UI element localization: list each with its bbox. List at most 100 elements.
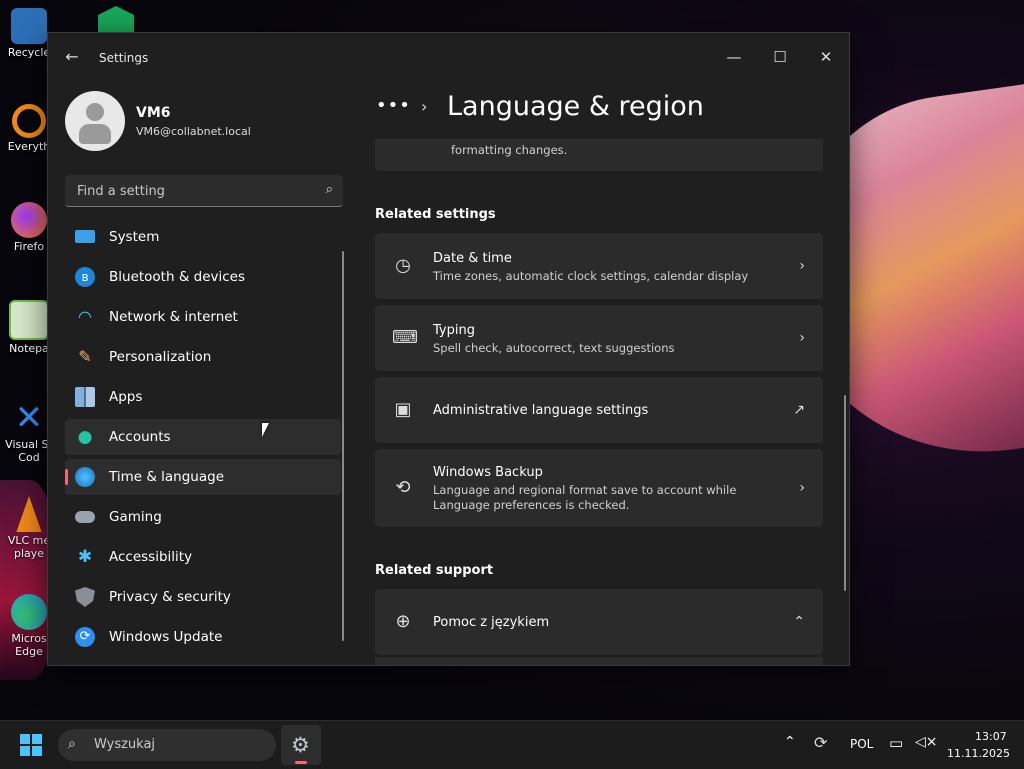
sidebar-item-bluetooth[interactable]: ʙ Bluetooth & devices <box>65 259 341 295</box>
active-indicator <box>295 761 307 764</box>
breadcrumb-overflow[interactable]: ••• <box>376 95 411 116</box>
related-item-desc: Language and regional format save to acc… <box>433 483 737 512</box>
minimize-button[interactable]: — <box>711 41 757 73</box>
support-item-expanded-area <box>375 657 823 665</box>
content-scrollbar[interactable] <box>844 395 846 591</box>
windows-logo-pane <box>32 746 42 756</box>
vlc-cone-icon <box>16 496 42 532</box>
sidebar-item-system[interactable]: System <box>65 219 341 255</box>
close-button[interactable]: ✕ <box>803 41 849 73</box>
desktop-icon-label: Notepa <box>9 342 49 355</box>
windows-logo-pane <box>32 734 42 744</box>
chevron-right-icon: › <box>799 480 805 496</box>
clock-time[interactable]: 13:07 <box>975 730 1007 743</box>
desktop-icon-label: Recycle <box>7 46 51 59</box>
wifi-icon: ◠ <box>78 307 92 326</box>
apps-icon <box>75 387 95 407</box>
sidebar-item-personalization[interactable]: ✎ Personalization <box>65 339 341 375</box>
sidebar-item-label: Network & internet <box>109 309 238 325</box>
network-icon[interactable]: ▭ <box>889 734 903 752</box>
sidebar-scrollbar[interactable] <box>342 251 344 641</box>
bluetooth-icon: ʙ <box>75 267 95 287</box>
sidebar-item-label: Privacy & security <box>109 589 231 605</box>
avatar-head <box>86 103 104 121</box>
taskbar-search-placeholder: Wyszukaj <box>94 737 156 752</box>
taskbar-search[interactable]: ⌕ Wyszukaj <box>58 729 276 761</box>
desktop-icon-label: VLC me playe <box>7 534 51 560</box>
back-button[interactable]: ← <box>60 47 84 67</box>
sidebar-item-accounts[interactable]: ● Accounts <box>65 419 341 455</box>
desktop-icon-label: Firefo <box>13 240 45 253</box>
backup-icon: ⟲ <box>395 477 411 498</box>
page-title: Language & region <box>447 91 704 122</box>
title-bar[interactable]: ← Settings — ☐ ✕ <box>48 33 849 81</box>
notepad-icon <box>9 300 49 340</box>
sidebar-item-label: Time & language <box>109 469 225 485</box>
settings-window: ← Settings — ☐ ✕ VM6 VM6@collabnet.local… <box>47 32 850 666</box>
taskbar-settings-app[interactable]: ⚙ <box>281 725 321 765</box>
support-item-title: Pomoc z językiem <box>433 615 550 630</box>
desktop-icon-label: Micros Edge <box>11 632 47 658</box>
sidebar-item-accessibility[interactable]: ✱ Accessibility <box>65 539 341 575</box>
sidebar-item-gaming[interactable]: Gaming <box>65 499 341 535</box>
tray-overflow-chevron-icon[interactable]: ⌃ <box>784 734 796 750</box>
maximize-button[interactable]: ☐ <box>757 41 803 73</box>
sidebar-item-label: Accessibility <box>109 549 193 565</box>
volume-muted-icon[interactable]: ◁× <box>915 734 938 750</box>
partial-card: formatting changes. <box>375 139 823 171</box>
search-input[interactable] <box>75 175 309 208</box>
firefox-icon <box>11 202 47 238</box>
edge-icon <box>11 594 47 630</box>
brush-icon: ✎ <box>78 347 92 366</box>
monitor-icon <box>75 230 95 243</box>
start-button[interactable] <box>20 734 42 756</box>
clock-date[interactable]: 11.11.2025 <box>947 747 1010 760</box>
keyboard-icon: ⌨ <box>392 327 418 348</box>
chevron-right-icon: › <box>421 97 428 116</box>
search-icon: ⌕ <box>68 736 76 752</box>
date-time-icon: ◷ <box>395 255 411 276</box>
related-item-admin-language[interactable]: ▣ Administrative language settings ↗ <box>375 377 823 443</box>
related-item-windows-backup[interactable]: ⟲ Windows Backup Language and regional f… <box>375 449 823 527</box>
sidebar-item-label: Accounts <box>109 429 171 445</box>
related-item-date-time[interactable]: ◷ Date & time Time zones, automatic cloc… <box>375 233 823 299</box>
window-title: Settings <box>99 51 149 65</box>
update-icon: ⟳ <box>75 627 95 647</box>
admin-language-icon: ▣ <box>394 399 412 420</box>
avatar[interactable] <box>65 91 125 151</box>
sidebar-item-network[interactable]: ◠ Network & internet <box>65 299 341 335</box>
sidebar-item-privacy[interactable]: Privacy & security <box>65 579 341 615</box>
taskbar: ⌕ Wyszukaj ⚙ ⌃ ⟳ POL ▭ ◁× 13:07 11.11.20… <box>0 720 1024 769</box>
recycle-bin-icon <box>11 8 47 44</box>
related-item-desc: Time zones, automatic clock settings, ca… <box>433 269 749 283</box>
profile-name: VM6 <box>136 105 171 121</box>
desktop-icon-label: Everyth <box>7 140 51 153</box>
accessibility-icon: ✱ <box>77 547 93 567</box>
sidebar-item-windows-update[interactable]: ⟳ Windows Update <box>65 619 341 655</box>
related-item-title: Windows Backup <box>433 465 543 480</box>
sidebar-nav: System ʙ Bluetooth & devices ◠ Network &… <box>65 219 341 659</box>
sync-icon[interactable]: ⟳ <box>814 733 827 752</box>
sidebar-item-apps[interactable]: Apps <box>65 379 341 415</box>
language-indicator[interactable]: POL <box>850 737 873 751</box>
chevron-up-icon: ⌃ <box>793 614 805 630</box>
partial-card-text: formatting changes. <box>451 143 568 157</box>
desktop-icon-label: Visual St Cod <box>5 438 53 464</box>
support-item-language-help[interactable]: ⊕ Pomoc z językiem ⌃ <box>375 589 823 655</box>
settings-search[interactable]: ⌕ <box>65 175 343 208</box>
magnifier-icon <box>12 104 46 138</box>
related-item-desc: Spell check, autocorrect, text suggestio… <box>433 341 675 355</box>
related-item-title: Typing <box>433 323 475 338</box>
profile-email: VM6@collabnet.local <box>136 125 251 138</box>
sidebar-item-time-language[interactable]: Time & language <box>65 459 341 495</box>
avatar-body <box>79 124 111 144</box>
minimize-icon: — <box>726 48 742 66</box>
related-settings-heading: Related settings <box>375 207 496 222</box>
related-item-typing[interactable]: ⌨ Typing Spell check, autocorrect, text … <box>375 305 823 371</box>
external-link-icon: ↗ <box>793 402 805 418</box>
arrow-left-icon: ← <box>65 47 79 66</box>
search-icon[interactable]: ⌕ <box>326 182 333 197</box>
sidebar-item-label: Personalization <box>109 349 212 365</box>
maximize-icon: ☐ <box>773 48 787 66</box>
vscode-icon: ✕ <box>14 398 44 438</box>
